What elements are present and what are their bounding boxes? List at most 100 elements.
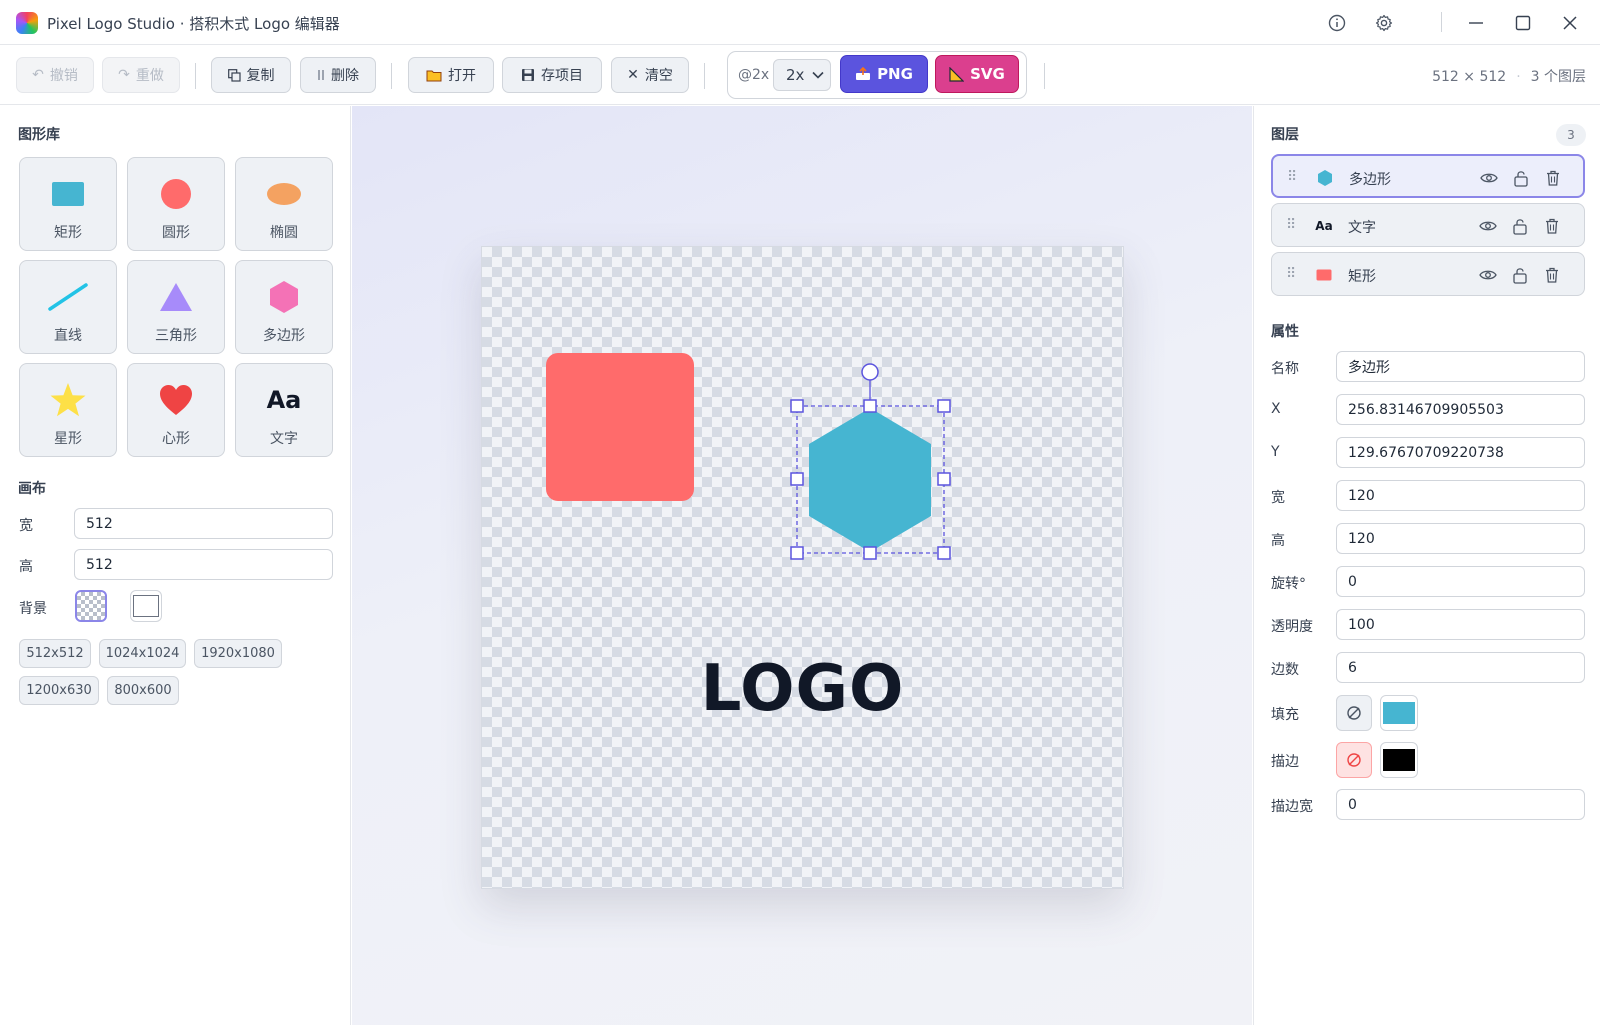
shape-tile-rectangle[interactable]: 矩形: [19, 157, 117, 251]
eye-icon[interactable]: [1478, 265, 1498, 285]
prop-rotation-label: 旋转°: [1271, 576, 1306, 592]
shape-tile-circle[interactable]: 圆形: [127, 157, 225, 251]
status-separator: ·: [1516, 69, 1521, 85]
preset-800x600[interactable]: 800x600: [107, 676, 179, 705]
copy-icon: [227, 68, 241, 82]
svg-label: SVG: [970, 65, 1005, 83]
layer-row[interactable]: ⠿ 多边形: [1271, 154, 1585, 198]
stroke-color-picker[interactable]: [1380, 742, 1418, 778]
fill-color-picker[interactable]: [1380, 695, 1418, 731]
shape-tile-triangle[interactable]: 三角形: [127, 260, 225, 354]
preset-1920x1080[interactable]: 1920x1080: [194, 639, 282, 668]
open-button[interactable]: 打开: [408, 57, 494, 93]
left-panel: 图形库 矩形 圆形 椭圆 直线 三角形 多边形 星形 心形 Aa 文字 画布 宽…: [0, 106, 351, 1025]
stroke-none-button[interactable]: [1336, 742, 1372, 778]
save-project-button[interactable]: 存项目: [502, 57, 602, 93]
drag-handle-icon[interactable]: ⠿: [1286, 266, 1296, 282]
layer-row[interactable]: ⠿ 矩形: [1271, 252, 1585, 296]
artboard-hexagon[interactable]: [809, 408, 931, 552]
copy-button[interactable]: 复制: [211, 57, 291, 93]
ruler-triangle-icon: [949, 66, 965, 82]
layer-row[interactable]: ⠿ Aa 文字: [1271, 203, 1585, 247]
resize-handle-n[interactable]: [863, 399, 877, 413]
chevron-down-icon: [812, 71, 824, 79]
settings-icon[interactable]: [1371, 10, 1397, 36]
export-png-button[interactable]: PNG: [840, 55, 928, 93]
artboard[interactable]: LOGO: [481, 246, 1124, 889]
undo-button[interactable]: ↶ 撤销: [16, 57, 94, 93]
shape-tile-polygon[interactable]: 多边形: [235, 260, 333, 354]
shape-tile-ellipse[interactable]: 椭圆: [235, 157, 333, 251]
unlock-icon[interactable]: [1511, 168, 1531, 188]
rotate-handle[interactable]: [861, 363, 879, 381]
fill-none-button[interactable]: [1336, 695, 1372, 731]
minimize-icon[interactable]: [1463, 10, 1489, 36]
unlock-icon[interactable]: [1510, 265, 1530, 285]
resize-handle-sw[interactable]: [790, 546, 804, 560]
canvas-height-input[interactable]: 512: [74, 549, 333, 580]
trash-icon[interactable]: [1543, 168, 1563, 188]
redo-icon: ↷: [118, 67, 130, 83]
drag-handle-icon[interactable]: ⠿: [1287, 169, 1297, 185]
prop-y-input[interactable]: 129.67670709220738: [1336, 437, 1585, 468]
preset-1200x630[interactable]: 1200x630: [19, 676, 99, 705]
trash-icon[interactable]: [1542, 265, 1562, 285]
delete-button[interactable]: 删除: [300, 57, 376, 93]
app-logo-icon: [16, 12, 38, 34]
trash-icon[interactable]: [1542, 216, 1562, 236]
text-icon-glyph: Aa: [1315, 219, 1333, 233]
bg-transparent-swatch[interactable]: [75, 590, 107, 622]
prop-stroke-width-input[interactable]: 0: [1336, 789, 1585, 820]
scale-value: 2x: [786, 66, 805, 84]
layers-title: 图层: [1271, 127, 1299, 143]
canvas-width-input[interactable]: 512: [74, 508, 333, 539]
prop-y-label: Y: [1271, 444, 1280, 460]
prop-height-label: 高: [1271, 533, 1285, 549]
ellipse-icon: [236, 174, 332, 214]
resize-handle-nw[interactable]: [790, 399, 804, 413]
resize-handle-se[interactable]: [937, 546, 951, 560]
maximize-icon[interactable]: [1510, 10, 1536, 36]
shape-tile-star[interactable]: 星形: [19, 363, 117, 457]
drag-handle-icon[interactable]: ⠿: [1286, 217, 1296, 233]
preset-512[interactable]: 512x512: [19, 639, 91, 668]
prop-rotation-input[interactable]: 0: [1336, 566, 1585, 597]
clear-button[interactable]: ✕ 清空: [611, 57, 689, 93]
prop-name-input[interactable]: 多边形: [1336, 351, 1585, 382]
rectangle-icon: [1314, 265, 1334, 285]
prop-sides-input[interactable]: 6: [1336, 652, 1585, 683]
redo-button[interactable]: ↷ 重做: [102, 57, 180, 93]
resize-handle-s[interactable]: [863, 546, 877, 560]
artboard-text[interactable]: LOGO: [482, 652, 1123, 726]
toolbar-separator: [391, 63, 392, 89]
export-svg-button[interactable]: SVG: [935, 55, 1019, 93]
close-icon[interactable]: [1557, 10, 1583, 36]
shape-tile-line[interactable]: 直线: [19, 260, 117, 354]
eye-icon[interactable]: [1479, 168, 1499, 188]
artboard-rectangle[interactable]: [546, 353, 694, 501]
scale-select[interactable]: 2x: [773, 59, 831, 91]
right-panel: 图层 3 ⠿ 多边形 ⠿ Aa 文字 ⠿ 矩形 属性 名称 多边形 X 256.…: [1253, 106, 1600, 1025]
toolbar-separator: [195, 63, 196, 89]
shape-tile-text[interactable]: Aa 文字: [235, 363, 333, 457]
heart-icon: [128, 380, 224, 420]
prop-x-input[interactable]: 256.83146709905503: [1336, 394, 1585, 425]
prop-width-input[interactable]: 120: [1336, 480, 1585, 511]
prop-x-label: X: [1271, 401, 1281, 417]
resize-handle-w[interactable]: [790, 472, 804, 486]
shape-tile-heart[interactable]: 心形: [127, 363, 225, 457]
eye-icon[interactable]: [1478, 216, 1498, 236]
resize-handle-e[interactable]: [937, 472, 951, 486]
canvas-status: 512 × 512 · 3 个图层: [1432, 66, 1586, 86]
info-icon[interactable]: [1324, 10, 1350, 36]
copy-label: 复制: [246, 68, 275, 84]
artboard-hexagon-selection[interactable]: [782, 357, 952, 577]
unlock-icon[interactable]: [1510, 216, 1530, 236]
bg-white-swatch[interactable]: [130, 590, 162, 622]
preset-1024[interactable]: 1024x1024: [99, 639, 186, 668]
prop-height-input[interactable]: 120: [1336, 523, 1585, 554]
prop-opacity-input[interactable]: 100: [1336, 609, 1585, 640]
prop-stroke-width-label: 描边宽: [1271, 799, 1313, 815]
resize-handle-ne[interactable]: [937, 399, 951, 413]
save-icon: [522, 69, 534, 81]
